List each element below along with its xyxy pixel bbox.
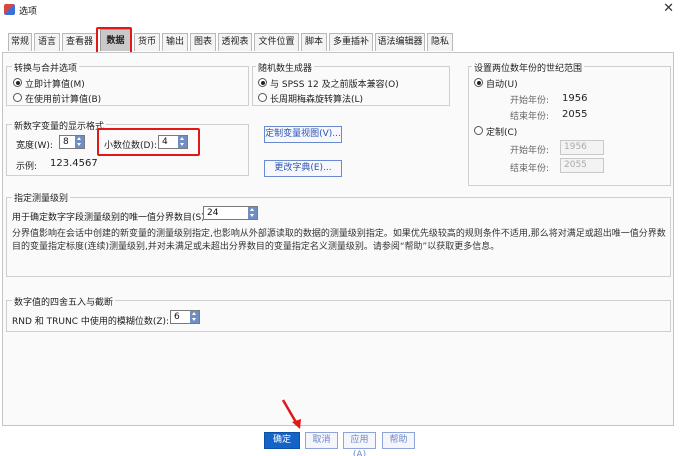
apply-button[interactable]: 应用(A)	[343, 432, 376, 456]
century-range-title: 设置两位数年份的世纪范围	[472, 61, 585, 74]
mersenne-twister-label: 长周期梅森旋转算法(L)	[270, 95, 364, 105]
help-button[interactable]: 帮助	[382, 432, 415, 449]
spss12-compatible-radio[interactable]	[258, 78, 267, 87]
century-auto-label: 自动(U)	[486, 80, 518, 90]
spin-arrows-icon[interactable]	[75, 136, 84, 148]
century-auto-radio[interactable]	[474, 78, 483, 87]
compute-immediately-label: 立即计算值(M)	[25, 80, 85, 90]
tab-scripts[interactable]: 脚本	[301, 33, 327, 51]
tab-file-locations[interactable]: 文件位置	[254, 33, 299, 51]
custom-end-field[interactable]: 2055	[560, 158, 604, 173]
mersenne-twister-radio[interactable]	[258, 93, 267, 102]
auto-start-value: 1956	[562, 93, 588, 104]
measurement-level-title: 指定测量级别	[12, 191, 71, 204]
red-arrow-icon	[281, 399, 301, 429]
tab-charts[interactable]: 图表	[190, 33, 216, 51]
ok-button[interactable]: 确定	[264, 432, 300, 449]
fuzz-bits-value: 6	[174, 312, 180, 322]
app-icon	[4, 4, 15, 15]
spin-arrows-icon[interactable]	[190, 311, 199, 323]
width-value: 8	[63, 137, 69, 147]
sample-label: 示例:	[16, 162, 38, 172]
custom-end-label: 结束年份:	[510, 164, 550, 174]
tab-output[interactable]: 输出	[162, 33, 188, 51]
title-bar: 选项 ✕	[0, 0, 680, 20]
custom-start-field[interactable]: 1956	[560, 140, 604, 155]
decimals-highlight	[97, 128, 200, 156]
custom-variable-view-button[interactable]: 定制变量视图(V)...	[264, 126, 342, 143]
century-custom-radio[interactable]	[474, 126, 483, 135]
auto-end-value: 2055	[562, 109, 588, 120]
rounding-title: 数字值的四舍五入与截断	[12, 295, 116, 308]
century-custom-label: 定制(C)	[486, 128, 518, 138]
threshold-stepper[interactable]: 24	[203, 206, 258, 220]
compute-before-use-label: 在使用前计算值(B)	[25, 95, 102, 105]
close-icon[interactable]: ✕	[663, 1, 674, 16]
measurement-description: 分界值影响在会话中创建的新变量的测量级别指定,也影响从外部源读取的数据的测量级别…	[12, 229, 666, 252]
tab-privacy[interactable]: 隐私	[427, 33, 453, 51]
change-dictionary-button[interactable]: 更改字典(E)...	[264, 160, 342, 177]
tab-currency[interactable]: 货币	[134, 33, 160, 51]
threshold-value: 24	[207, 208, 219, 218]
random-generator-title: 随机数生成器	[256, 61, 315, 74]
width-stepper[interactable]: 8	[59, 135, 85, 149]
data-tab-highlight	[96, 27, 132, 55]
numeric-format-title: 新数字变量的显示格式	[12, 119, 107, 132]
sample-value: 123.4567	[50, 158, 98, 169]
width-label: 宽度(W):	[16, 141, 53, 151]
transform-title: 转换与合并选项	[12, 61, 80, 74]
spss12-compatible-label: 与 SPSS 12 及之前版本兼容(O)	[270, 80, 399, 90]
tab-multiple-imputation[interactable]: 多重插补	[329, 33, 373, 51]
auto-start-label: 开始年份:	[510, 96, 550, 106]
tab-general[interactable]: 常规	[8, 33, 32, 51]
tab-language[interactable]: 语言	[34, 33, 60, 51]
tab-pivot-tables[interactable]: 透视表	[218, 33, 252, 51]
fuzz-bits-stepper[interactable]: 6	[170, 310, 200, 324]
custom-start-label: 开始年份:	[510, 146, 550, 156]
spin-arrows-icon[interactable]	[248, 207, 257, 219]
threshold-label: 用于确定数字字段测量级别的唯一值分界数目(S)	[12, 213, 205, 223]
auto-end-label: 结束年份:	[510, 112, 550, 122]
compute-before-use-radio[interactable]	[13, 93, 22, 102]
cancel-button[interactable]: 取消	[305, 432, 338, 449]
window-title: 选项	[19, 7, 38, 17]
tab-viewer[interactable]: 查看器	[62, 33, 97, 51]
tab-syntax-editor[interactable]: 语法编辑器	[375, 33, 425, 51]
fuzz-bits-label: RND 和 TRUNC 中使用的模糊位数(Z):	[12, 317, 170, 327]
compute-immediately-radio[interactable]	[13, 78, 22, 87]
